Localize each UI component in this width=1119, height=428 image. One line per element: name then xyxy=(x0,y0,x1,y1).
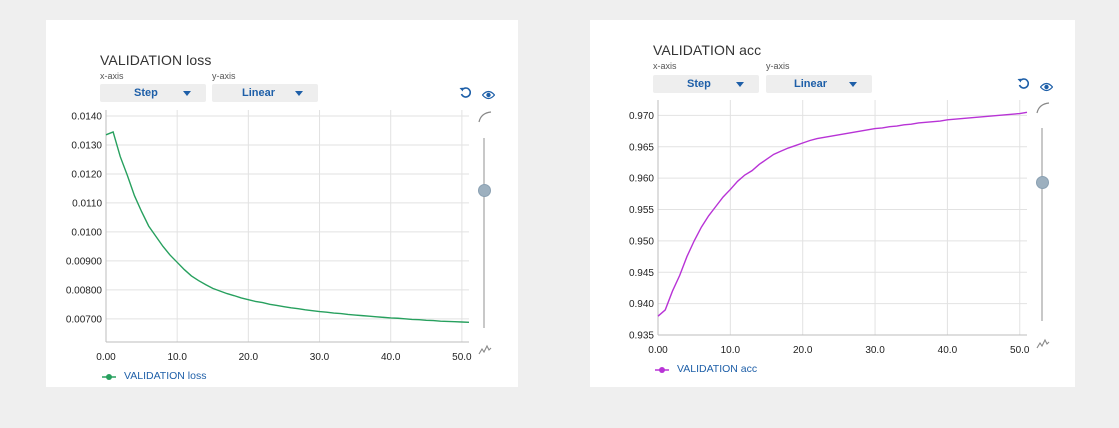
chart-legend: VALIDATION loss xyxy=(102,370,206,382)
y-tick-label: 0.970 xyxy=(629,111,654,122)
legend-swatch xyxy=(102,372,116,381)
y-tick-label: 0.965 xyxy=(629,142,654,153)
x-tick-label: 40.0 xyxy=(381,352,401,363)
loss-line-chart: 0.00 10.0 20.0 30.0 40.0 50.0 0.0140 0.0130 0.01… xyxy=(66,110,472,363)
acc-line-chart: 0.00 10.0 20.0 30.0 40.0 50.0 0.970 0.965 0.960 0… xyxy=(629,100,1030,356)
legend-swatch xyxy=(655,365,669,374)
y-tick-label: 0.0130 xyxy=(71,140,102,151)
x-tick-label: 20.0 xyxy=(239,352,259,363)
x-tick-label: 50.0 xyxy=(1010,345,1030,356)
x-tick-label: 30.0 xyxy=(865,345,885,356)
y-tick-label: 0.0100 xyxy=(71,227,102,238)
y-tick-label: 0.950 xyxy=(629,236,654,247)
y-tick-label: 0.0140 xyxy=(71,112,102,123)
y-tick-label: 0.955 xyxy=(629,205,654,216)
chart-legend: VALIDATION acc xyxy=(655,363,757,375)
x-tick-label: 0.00 xyxy=(648,345,668,356)
x-tick-label: 40.0 xyxy=(938,345,958,356)
y-tick-label: 0.0120 xyxy=(71,169,102,180)
legend-label: VALIDATION loss xyxy=(124,370,207,382)
y-tick-label: 0.960 xyxy=(629,174,654,185)
acc-chart-card: VALIDATION acc x-axis y-axis Step Linear… xyxy=(590,20,1075,387)
series-line xyxy=(657,111,1028,317)
y-tick-label: 0.940 xyxy=(629,299,654,310)
y-tick-label: 0.935 xyxy=(629,331,654,342)
x-tick-label: 10.0 xyxy=(167,352,187,363)
x-tick-label: 20.0 xyxy=(793,345,813,356)
x-tick-label: 50.0 xyxy=(452,352,472,363)
y-tick-label: 0.00900 xyxy=(66,256,103,267)
x-tick-label: 0.00 xyxy=(96,352,116,363)
y-tick-label: 0.0110 xyxy=(72,198,102,209)
x-tick-label: 30.0 xyxy=(310,352,330,363)
y-tick-label: 0.00700 xyxy=(66,314,103,325)
x-tick-label: 10.0 xyxy=(721,345,741,356)
series-line xyxy=(105,130,470,323)
loss-chart-card: VALIDATION loss x-axis y-axis Step Linea… xyxy=(46,20,518,387)
legend-label: VALIDATION acc xyxy=(677,363,758,375)
y-tick-label: 0.945 xyxy=(629,268,654,279)
y-tick-label: 0.00800 xyxy=(66,285,103,296)
